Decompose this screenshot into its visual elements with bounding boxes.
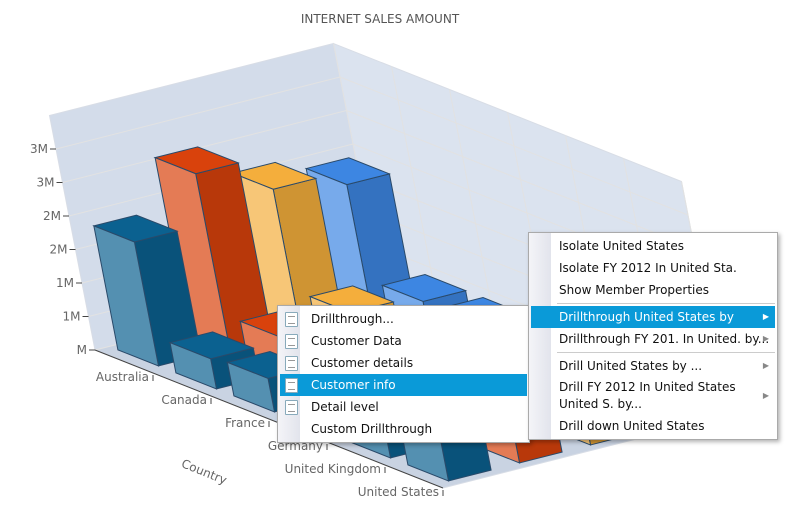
y-tick-label: 2M	[50, 243, 68, 257]
label: Customer details	[311, 356, 414, 370]
menu-item-drill-down[interactable]: Drill down United States	[531, 415, 775, 437]
y-tick-label: M	[77, 343, 87, 357]
y-tick-label: 1M	[63, 310, 81, 324]
label: Detail level	[311, 400, 379, 414]
y-tick-label: 1M	[56, 276, 74, 290]
menu-item-drillthrough[interactable]: Drillthrough...	[280, 308, 527, 330]
menu-item-isolate-fy[interactable]: Isolate FY 2012 In United Sta.	[531, 257, 775, 279]
menu-item-customer-details[interactable]: Customer details	[280, 352, 527, 374]
menu-item-customer-data[interactable]: Customer Data	[280, 330, 527, 352]
label: Show Member Properties	[559, 283, 710, 297]
document-icon	[285, 356, 298, 371]
document-icon	[285, 334, 298, 349]
context-menu: Isolate United States Isolate FY 2012 In…	[528, 232, 778, 440]
label: Drill FY 2012 In United States United S.…	[559, 380, 736, 411]
label: Isolate United States	[559, 239, 684, 253]
label: Customer info	[311, 378, 396, 392]
menu-item-isolate[interactable]: Isolate United States	[531, 235, 775, 257]
menu-item-drillthrough-by[interactable]: Drillthrough United States by ▶	[531, 306, 775, 328]
y-tick-label: 3M	[30, 142, 48, 156]
menu-item-custom-drillthrough[interactable]: Custom Drillthrough	[280, 418, 527, 440]
label: Customer Data	[311, 334, 402, 348]
x-tick-label: United States	[358, 485, 439, 499]
label: Isolate FY 2012 In United Sta.	[559, 261, 737, 275]
chevron-right-icon: ▶	[762, 391, 769, 400]
label: Drill United States by ...	[559, 359, 703, 373]
label: Drill down United States	[559, 419, 705, 433]
label: Custom Drillthrough	[311, 422, 433, 436]
y-tick-label: 3M	[37, 176, 55, 190]
x-tick-label: United Kingdom	[285, 462, 381, 476]
menu-item-show-properties[interactable]: Show Member Properties	[531, 279, 775, 301]
chevron-right-icon: ▶	[762, 361, 769, 370]
x-tick-label: France	[225, 416, 265, 430]
y-tick-label: 2M	[43, 209, 61, 223]
label: Drillthrough FY 201. In United. by...	[559, 332, 770, 346]
x-tick-label: Australia	[96, 370, 149, 384]
drillthrough-submenu: Drillthrough... Customer Data Customer d…	[277, 305, 530, 443]
menu-item-drill-by[interactable]: Drill United States by ... ▶	[531, 355, 775, 377]
separator	[557, 303, 775, 304]
menu-item-drillthrough-fy[interactable]: Drillthrough FY 201. In United. by... ▶	[531, 328, 775, 350]
chevron-right-icon: ▶	[762, 312, 769, 321]
label: Drillthrough...	[311, 312, 394, 326]
menu-item-drill-fy[interactable]: Drill FY 2012 In United States United S.…	[531, 377, 775, 415]
document-icon	[285, 378, 298, 393]
separator	[557, 352, 775, 353]
menu-item-detail-level[interactable]: Detail level	[280, 396, 527, 418]
document-icon	[285, 312, 298, 327]
chevron-right-icon: ▶	[762, 334, 769, 343]
document-icon	[285, 400, 298, 415]
x-axis-title: Country	[179, 456, 228, 487]
x-tick-label: Canada	[161, 393, 207, 407]
menu-item-customer-info[interactable]: Customer info	[280, 374, 527, 396]
label: Drillthrough United States by	[559, 310, 734, 324]
